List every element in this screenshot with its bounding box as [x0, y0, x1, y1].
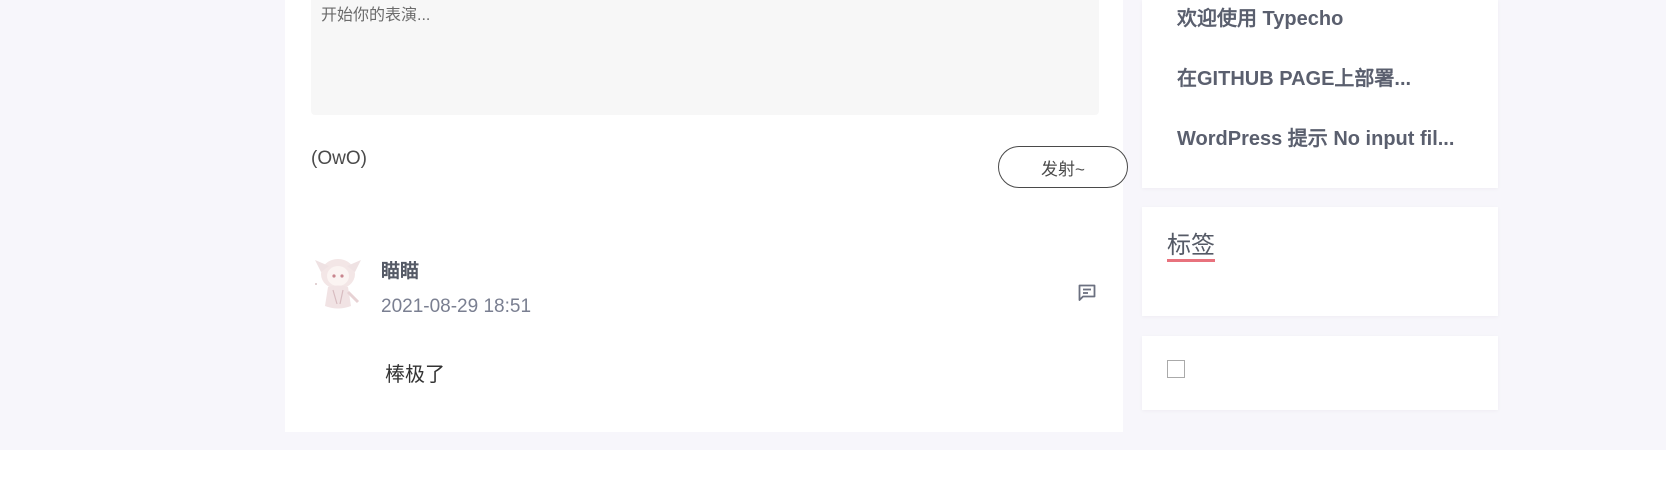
comment-content: 棒极了	[385, 364, 445, 386]
comment-textarea[interactable]: 开始你的表演...	[311, 0, 1099, 115]
empty-checkbox[interactable]	[1167, 360, 1185, 378]
recent-post-link[interactable]: 在GITHUB PAGE上部署...	[1177, 62, 1411, 91]
comment-author[interactable]: 瞄瞄	[381, 256, 419, 283]
anime-avatar-icon	[315, 259, 361, 309]
reply-icon[interactable]	[1077, 283, 1097, 303]
comment-placeholder: 开始你的表演...	[321, 7, 431, 24]
comment-item: 瞄瞄 2021-08-29 18:51 棒极了	[311, 252, 1101, 392]
tags-widget: 标签	[1142, 207, 1498, 316]
owo-emoji-toggle[interactable]: (OwO)	[311, 148, 367, 170]
comment-time: 2021-08-29 18:51	[381, 296, 532, 317]
avatar	[311, 254, 365, 312]
tags-title: 标签	[1167, 232, 1215, 263]
submit-comment-button[interactable]: 发射~	[998, 146, 1128, 188]
recent-posts-widget: 欢迎使用 Typecho 在GITHUB PAGE上部署... WordPres…	[1142, 0, 1498, 188]
recent-post-link[interactable]: WordPress 提示 No input fil...	[1177, 122, 1454, 151]
comment-section: 开始你的表演... (OwO) 发射~ 瞄瞄 2021-08-29 18:51	[285, 0, 1128, 432]
misc-widget	[1142, 336, 1498, 410]
recent-post-link[interactable]: 欢迎使用 Typecho	[1177, 2, 1343, 31]
